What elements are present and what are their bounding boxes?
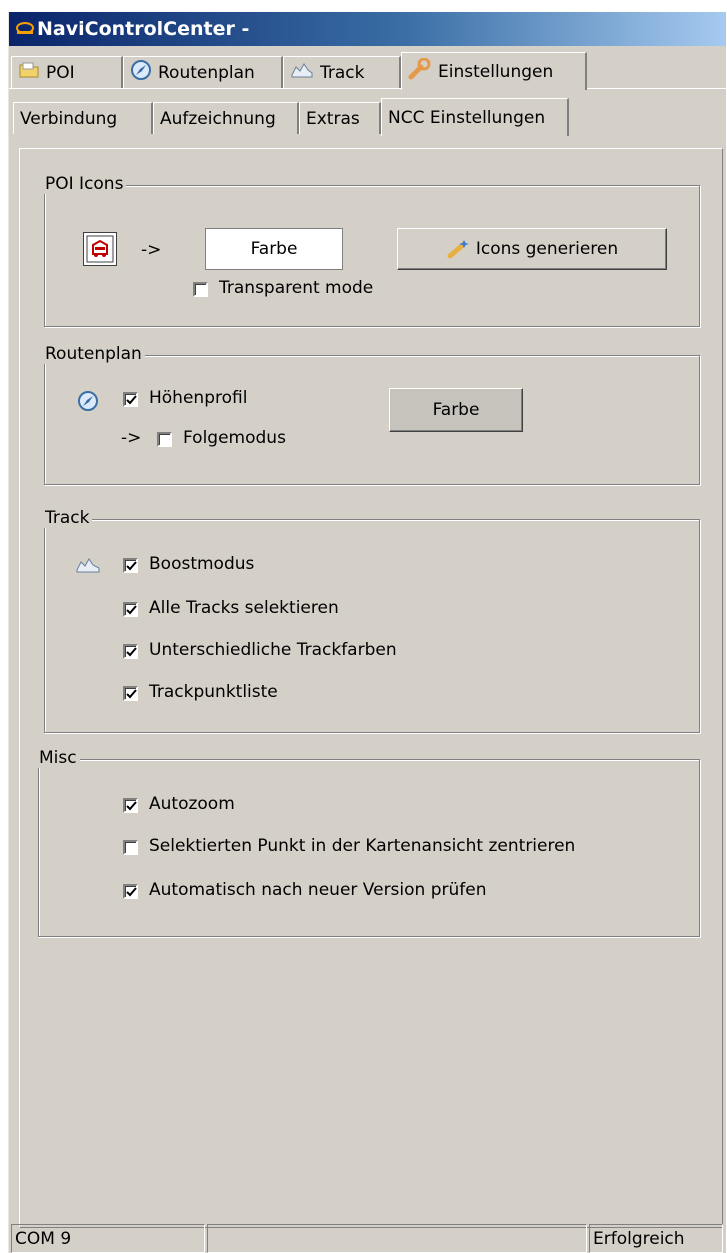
autozoom-label: Autozoom bbox=[149, 794, 235, 814]
track-legend: Track bbox=[43, 508, 93, 528]
autozoom-checkbox[interactable] bbox=[123, 798, 138, 813]
subtab-verbindung[interactable]: Verbindung bbox=[13, 102, 153, 134]
track-group: Track Boostmodus Alle Tracks selektieren… bbox=[43, 508, 700, 733]
wand-icon bbox=[447, 240, 469, 259]
poi-icons-group: POI Icons -> Farbe Icons generieren Tran… bbox=[43, 174, 700, 327]
poi-color-field[interactable]: Farbe bbox=[205, 228, 343, 270]
poi-color-field-label: Farbe bbox=[250, 239, 298, 259]
poi-folder-icon bbox=[18, 61, 40, 84]
tab-poi-label: POI bbox=[46, 62, 75, 83]
poi-icon-preview[interactable] bbox=[83, 232, 117, 266]
compass-icon bbox=[78, 391, 98, 411]
trackfarben-checkbox[interactable] bbox=[123, 644, 138, 659]
subtab-aufzeichnung-label: Aufzeichnung bbox=[160, 108, 276, 129]
routenplan-legend: Routenplan bbox=[43, 344, 145, 364]
tab-einstellungen-label: Einstellungen bbox=[438, 61, 554, 82]
check-icon bbox=[126, 561, 137, 571]
status-result-label: Erfolgreich bbox=[593, 1228, 685, 1249]
icons-generieren-button[interactable]: Icons generieren bbox=[397, 228, 667, 270]
status-port-label: COM 9 bbox=[15, 1228, 72, 1249]
boostmodus-checkbox[interactable] bbox=[123, 558, 138, 573]
check-icon bbox=[126, 647, 137, 657]
zentrieren-checkbox[interactable] bbox=[123, 840, 138, 855]
trackpunktliste-checkbox[interactable] bbox=[123, 686, 138, 701]
routenplan-group: Routenplan Höhenprofil -> Folgemodus Far… bbox=[43, 344, 700, 485]
transparent-mode-label: Transparent mode bbox=[219, 278, 374, 298]
boostmodus-label: Boostmodus bbox=[149, 554, 255, 574]
icons-generieren-label: Icons generieren bbox=[475, 239, 619, 259]
tab-poi[interactable]: POI bbox=[11, 56, 123, 88]
version-pruefen-label: Automatisch nach neuer Version prüfen bbox=[149, 880, 487, 900]
subtab-verbindung-label: Verbindung bbox=[20, 108, 118, 129]
check-icon bbox=[126, 689, 137, 699]
subtab-ncc-label: NCC Einstellungen bbox=[388, 107, 546, 128]
status-port: COM 9 bbox=[11, 1224, 205, 1253]
version-pruefen-checkbox[interactable] bbox=[123, 884, 138, 899]
folgemodus-label: Folgemodus bbox=[183, 428, 286, 448]
misc-group: Misc Autozoom Selektierten Punkt in der … bbox=[37, 748, 700, 937]
tab-track[interactable]: Track bbox=[283, 56, 401, 88]
alle-tracks-label: Alle Tracks selektieren bbox=[149, 598, 339, 618]
status-middle bbox=[207, 1224, 587, 1253]
hoehenprofil-checkbox[interactable] bbox=[123, 392, 138, 407]
subtab-extras[interactable]: Extras bbox=[299, 102, 381, 134]
routenplan-farbe-label: Farbe bbox=[432, 400, 480, 420]
subtab-extras-label: Extras bbox=[306, 108, 360, 129]
wrench-icon bbox=[408, 57, 432, 85]
poi-icons-legend: POI Icons bbox=[43, 174, 127, 194]
trackpunktliste-label: Trackpunktliste bbox=[149, 682, 278, 702]
app-window: NaviControlCenter - POI Routenplan Track… bbox=[8, 12, 726, 1253]
tab-einstellungen[interactable]: Einstellungen bbox=[401, 52, 587, 90]
subtab-ncc-einstellungen[interactable]: NCC Einstellungen bbox=[381, 98, 569, 136]
transparent-mode-checkbox[interactable] bbox=[193, 282, 208, 297]
hoehenprofil-label: Höhenprofil bbox=[149, 388, 248, 408]
status-bar: COM 9 Erfolgreich bbox=[9, 1224, 726, 1253]
poi-marker-icon bbox=[86, 235, 114, 263]
tab-routenplan[interactable]: Routenplan bbox=[123, 56, 283, 88]
zentrieren-label: Selektierten Punkt in der Kartenansicht … bbox=[149, 836, 576, 856]
tab-strip-border bbox=[9, 88, 726, 89]
misc-legend: Misc bbox=[37, 748, 80, 768]
poi-arrow: -> bbox=[141, 240, 162, 260]
window-title: NaviControlCenter - bbox=[37, 18, 250, 40]
folgemodus-checkbox[interactable] bbox=[157, 432, 172, 447]
tab-routenplan-label: Routenplan bbox=[158, 62, 255, 83]
check-icon bbox=[126, 887, 137, 897]
title-bar[interactable]: NaviControlCenter - bbox=[9, 12, 726, 46]
check-icon bbox=[126, 395, 137, 405]
routenplan-farbe-button[interactable]: Farbe bbox=[389, 388, 523, 432]
check-icon bbox=[126, 605, 137, 615]
track-icon bbox=[76, 558, 100, 573]
status-result: Erfolgreich bbox=[589, 1224, 723, 1253]
trackfarben-label: Unterschiedliche Trackfarben bbox=[149, 640, 397, 660]
check-icon bbox=[126, 801, 137, 811]
track-icon bbox=[290, 61, 314, 84]
alle-tracks-checkbox[interactable] bbox=[123, 602, 138, 617]
routenplan-arrow: -> bbox=[121, 428, 142, 448]
compass-icon bbox=[130, 59, 152, 86]
subtab-aufzeichnung[interactable]: Aufzeichnung bbox=[153, 102, 299, 134]
settings-panel: POI Icons -> Farbe Icons generieren Tran… bbox=[19, 148, 723, 1228]
tab-track-label: Track bbox=[320, 62, 365, 83]
app-logo-icon bbox=[16, 22, 34, 34]
